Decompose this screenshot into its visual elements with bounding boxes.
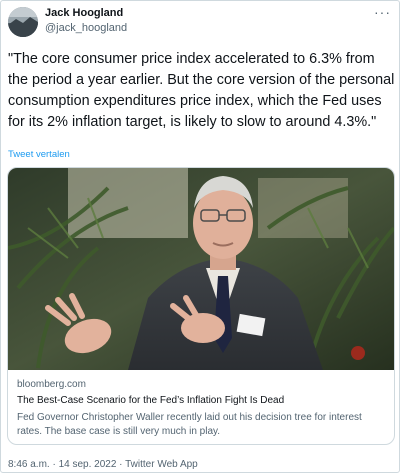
article-photo: [8, 168, 394, 370]
tweet-card: Jack Hoogland @jack_hoogland ··· "The co…: [0, 0, 400, 473]
tweet-timestamp[interactable]: 8:46 a.m. · 14 sep. 2022 · Twitter Web A…: [8, 459, 198, 470]
author-name[interactable]: Jack Hoogland: [45, 7, 123, 19]
link-preview-card[interactable]: bloomberg.com The Best-Case Scenario for…: [7, 167, 395, 445]
more-dots-icon[interactable]: ···: [374, 4, 391, 20]
tweet-text: "The core consumer price index accelerat…: [8, 51, 395, 130]
card-title[interactable]: The Best-Case Scenario for the Fed’s Inf…: [17, 395, 284, 406]
avatar[interactable]: [8, 7, 38, 37]
card-description: Fed Governor Christopher Waller recently…: [17, 412, 362, 437]
author-handle[interactable]: @jack_hoogland: [45, 22, 127, 34]
card-domain: bloomberg.com: [17, 379, 86, 390]
translate-tweet-link[interactable]: Tweet vertalen: [8, 149, 70, 160]
